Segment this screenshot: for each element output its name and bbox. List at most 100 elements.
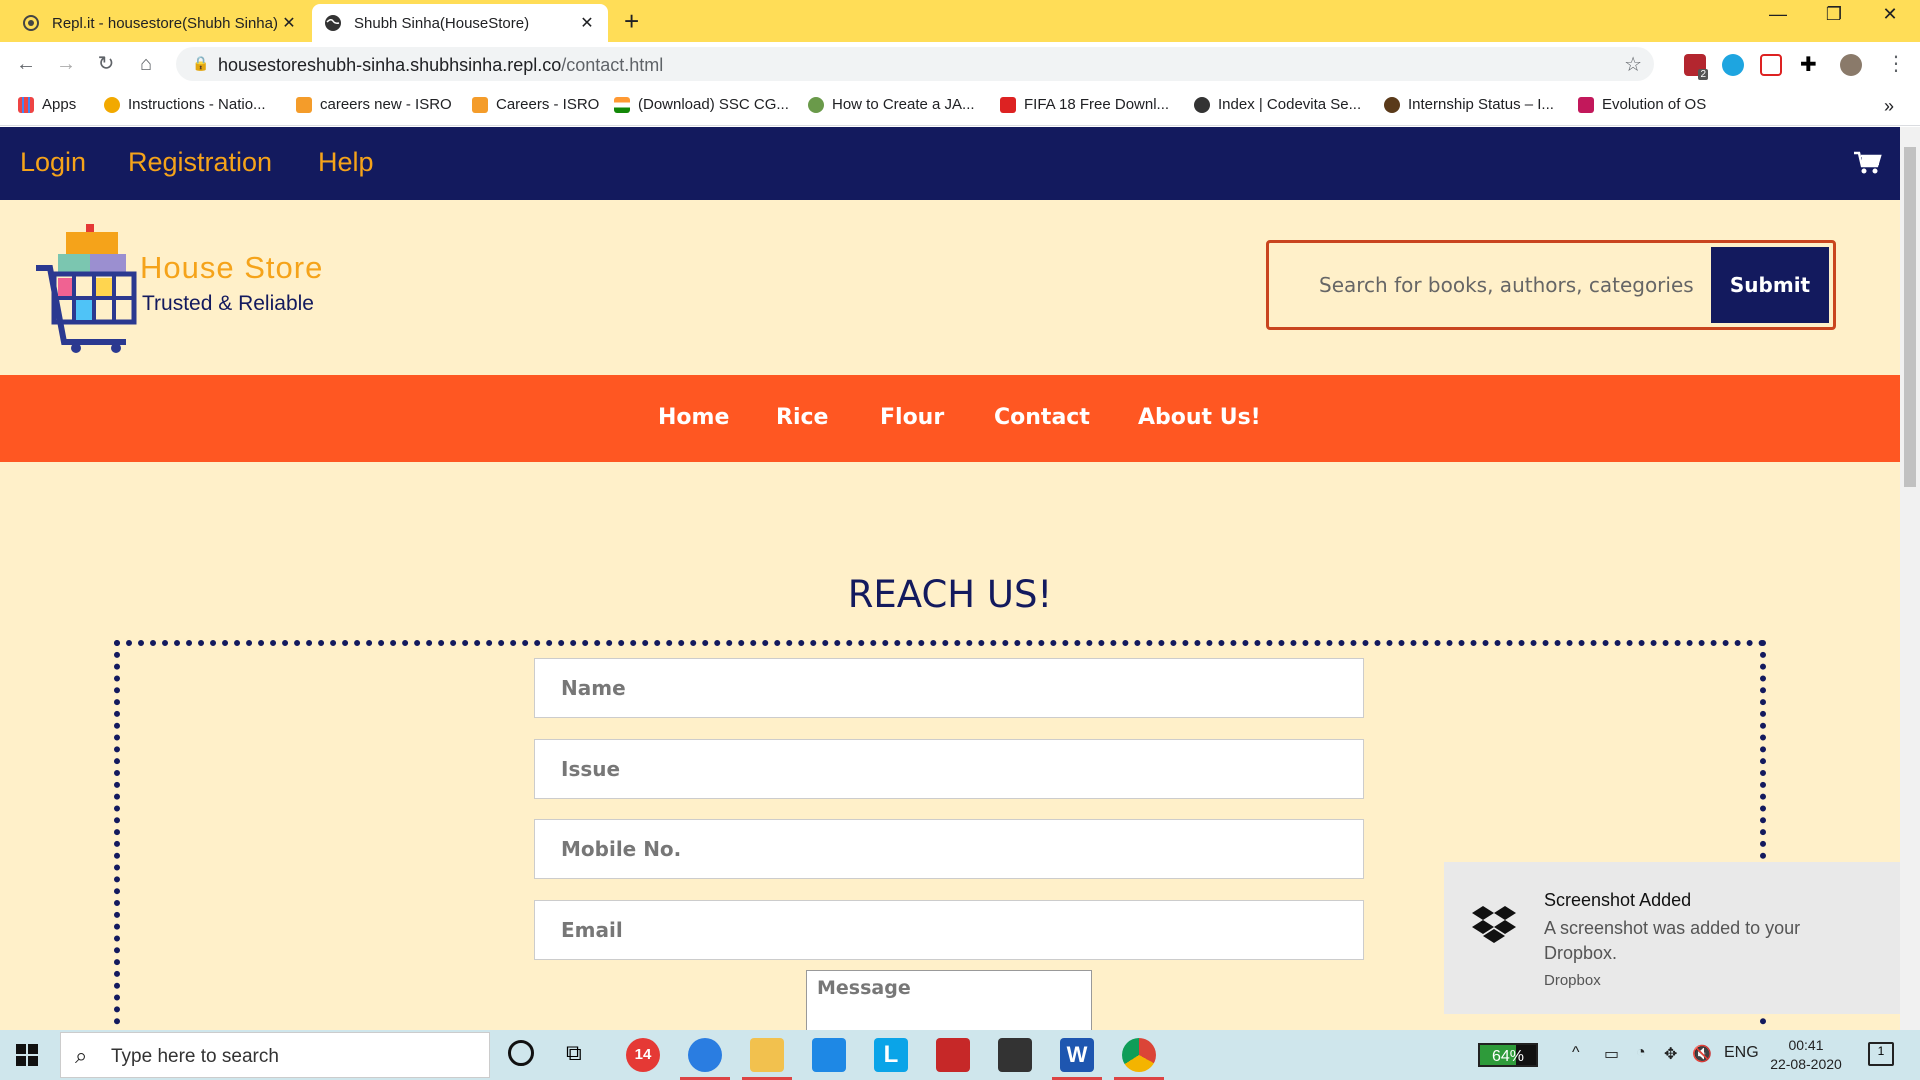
- bookmark-item[interactable]: (Download) SSC CG...: [614, 96, 789, 113]
- bookmark-item[interactable]: Instructions - Natio...: [104, 96, 266, 113]
- puzzle-extensions-icon[interactable]: ✚: [1800, 54, 1822, 76]
- isro-icon: [472, 96, 488, 113]
- word-icon[interactable]: W: [1060, 1038, 1094, 1072]
- notification-center-icon[interactable]: 1: [1868, 1042, 1894, 1066]
- bookmark-star-icon[interactable]: ☆: [1624, 52, 1642, 77]
- replit-icon: [22, 14, 40, 32]
- bookmark-item[interactable]: FIFA 18 Free Downl...: [1000, 96, 1169, 113]
- registration-link[interactable]: Registration: [128, 147, 272, 178]
- chevron-up-icon[interactable]: ^: [1572, 1044, 1580, 1062]
- scrollbar-thumb[interactable]: [1904, 147, 1916, 487]
- menu-kebab-icon[interactable]: ⋮: [1882, 50, 1910, 78]
- bookmark-item[interactable]: careers new - ISRO: [296, 96, 452, 113]
- mcafee-icon[interactable]: [936, 1038, 970, 1072]
- dropbox-notification[interactable]: Screenshot Added A screenshot was added …: [1444, 862, 1900, 1014]
- cortana-icon[interactable]: [508, 1040, 534, 1066]
- language-indicator[interactable]: ENG: [1724, 1044, 1759, 1062]
- submit-button[interactable]: Submit: [1711, 247, 1829, 323]
- site-icon: [808, 96, 824, 113]
- windows-start-icon[interactable]: [16, 1044, 38, 1066]
- mail-badge-app-icon[interactable]: 14: [626, 1038, 660, 1072]
- battery-icon[interactable]: ▭: [1604, 1044, 1619, 1064]
- issue-field[interactable]: [534, 739, 1364, 799]
- bookmark-item[interactable]: How to Create a JA...: [808, 96, 975, 113]
- tab-housestore[interactable]: Shubh Sinha(HouseStore) ✕: [312, 4, 608, 42]
- top-nav: Login Registration Help: [0, 127, 1900, 200]
- mobile-field[interactable]: [534, 819, 1364, 879]
- toast-source: Dropbox: [1544, 972, 1601, 989]
- search-input[interactable]: [1273, 247, 1713, 323]
- name-field[interactable]: [534, 658, 1364, 718]
- bulb-icon: [104, 96, 120, 113]
- mail-icon[interactable]: [812, 1038, 846, 1072]
- new-tab-button[interactable]: +: [624, 6, 639, 37]
- cart-icon[interactable]: [1854, 151, 1882, 175]
- taskbar-search-input[interactable]: ⌕ Type here to search: [60, 1032, 490, 1078]
- forward-icon[interactable]: →: [52, 50, 80, 78]
- pocket-extension-icon[interactable]: [1760, 54, 1782, 76]
- close-icon[interactable]: ✕: [280, 13, 298, 33]
- login-link[interactable]: Login: [20, 147, 86, 178]
- isro-icon: [296, 96, 312, 113]
- speaker-muted-icon[interactable]: 🔇: [1692, 1044, 1712, 1064]
- globe-icon: [324, 14, 342, 32]
- site-header: House Store Trusted & Reliable Submit: [0, 200, 1900, 375]
- nav-about-us[interactable]: About Us!: [1138, 405, 1261, 430]
- browser-tab-bar: Repl.it - housestore(Shubh Sinha) ✕ Shub…: [0, 0, 1920, 42]
- tab-title: Repl.it - housestore(Shubh Sinha): [52, 14, 278, 32]
- back-icon[interactable]: ←: [12, 50, 40, 78]
- toast-body: A screenshot was added to your Dropbox.: [1544, 918, 1801, 963]
- extension-icon[interactable]: [1722, 54, 1744, 76]
- house-store-logo[interactable]: House Store Trusted & Reliable: [36, 224, 336, 354]
- dropbox-tray-icon[interactable]: ✥: [1664, 1044, 1677, 1064]
- task-view-icon[interactable]: ⧉: [566, 1040, 582, 1066]
- message-textarea[interactable]: [806, 970, 1092, 1030]
- toast-title: Screenshot Added: [1544, 890, 1692, 910]
- nav-contact[interactable]: Contact: [994, 405, 1090, 430]
- gamepad-icon: [1000, 96, 1016, 113]
- file-explorer-icon[interactable]: [750, 1038, 784, 1072]
- search-form: Submit: [1266, 240, 1836, 330]
- bookmark-item[interactable]: Internship Status – I...: [1384, 96, 1554, 113]
- reload-icon[interactable]: ↻: [92, 50, 120, 78]
- ublock-extension-icon[interactable]: 2: [1684, 54, 1708, 80]
- nav-home[interactable]: Home: [658, 405, 729, 430]
- brand-tagline: Trusted & Reliable: [142, 292, 314, 315]
- close-icon[interactable]: ✕: [578, 13, 596, 33]
- nav-flour[interactable]: Flour: [880, 405, 944, 430]
- lightroom-icon[interactable]: L: [874, 1038, 908, 1072]
- nav-rice[interactable]: Rice: [776, 405, 828, 430]
- battery-indicator[interactable]: 64%: [1478, 1043, 1538, 1067]
- window-close-icon[interactable]: ✕: [1870, 4, 1910, 25]
- chrome-icon[interactable]: [1122, 1038, 1156, 1072]
- store-icon[interactable]: [998, 1038, 1032, 1072]
- address-bar-row: ← → ↻ ⌂ 🔒 housestoreshubh-sinha.shubhsin…: [0, 42, 1920, 86]
- bookmark-item[interactable]: Careers - ISRO: [472, 96, 599, 113]
- edge-icon[interactable]: [688, 1038, 722, 1072]
- taskbar-search-placeholder: Type here to search: [111, 1046, 279, 1067]
- tab-replit[interactable]: Repl.it - housestore(Shubh Sinha) ✕: [10, 4, 310, 42]
- brand-name: House Store: [140, 250, 324, 285]
- tab-title: Shubh Sinha(HouseStore): [354, 14, 530, 32]
- minimize-icon[interactable]: —: [1758, 4, 1798, 25]
- home-icon[interactable]: ⌂: [132, 50, 160, 78]
- email-field[interactable]: [534, 900, 1364, 960]
- restore-icon[interactable]: ❐: [1814, 4, 1854, 25]
- dropbox-icon: [1472, 906, 1516, 943]
- page-title: REACH US!: [847, 573, 1053, 616]
- bookmark-item[interactable]: Evolution of OS: [1578, 96, 1706, 113]
- site-icon: [1384, 96, 1400, 113]
- clock[interactable]: 00:41 22-08-2020: [1766, 1036, 1846, 1074]
- bookmark-apps[interactable]: Apps: [18, 96, 76, 113]
- wifi-icon[interactable]: ◔: [1636, 1044, 1646, 1062]
- globe-icon: [1194, 96, 1210, 113]
- page-scrollbar[interactable]: [1900, 127, 1920, 1030]
- help-link[interactable]: Help: [318, 147, 374, 178]
- bookmark-item[interactable]: Index | Codevita Se...: [1194, 96, 1361, 113]
- more-bookmarks-icon[interactable]: »: [1884, 96, 1894, 117]
- profile-avatar[interactable]: [1840, 54, 1862, 76]
- url-text: housestoreshubh-sinha.shubhsinha.repl.co…: [218, 55, 664, 75]
- category-nav: Home Rice Flour Contact About Us!: [0, 375, 1900, 462]
- url-input[interactable]: 🔒 housestoreshubh-sinha.shubhsinha.repl.…: [176, 47, 1654, 81]
- site-icon: [1578, 96, 1594, 113]
